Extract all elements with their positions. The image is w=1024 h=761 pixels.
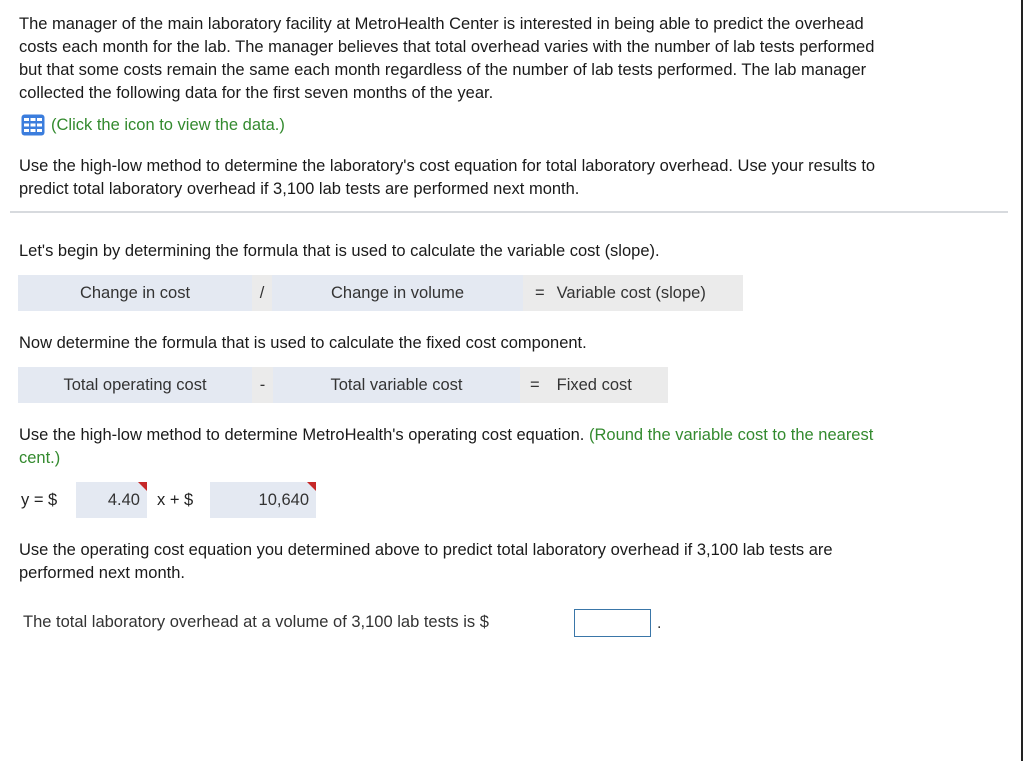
fixed-cost-answer[interactable]: 10,640 <box>210 482 316 518</box>
rounding-hint: (Round the variable cost to the nearest <box>588 426 874 444</box>
formula-term-change-in-cost[interactable]: Change in cost <box>18 275 252 311</box>
intro-line: costs each month for the lab. The manage… <box>19 38 875 56</box>
step4-line: Use the operating cost equation you dete… <box>19 541 833 559</box>
intro-line: The manager of the main laboratory facil… <box>19 15 864 33</box>
section-divider <box>10 211 1008 213</box>
step1-instruction: Let's begin by determining the formula t… <box>19 242 660 260</box>
view-data-label[interactable]: (Click the icon to view the data.) <box>51 116 285 135</box>
formula-operator-divide: / <box>252 275 272 311</box>
step3-instruction: Use the high-low method to determine Met… <box>19 424 873 470</box>
formula-term-change-in-volume[interactable]: Change in volume <box>272 275 523 311</box>
formula-result-label: Fixed cost <box>556 375 632 394</box>
question-intro: The manager of the main laboratory facil… <box>19 13 874 105</box>
step4-instruction: Use the operating cost equation you dete… <box>19 539 833 585</box>
task-line: predict total laboratory overhead if 3,1… <box>19 180 580 198</box>
equation-middle: x + $ <box>157 490 194 509</box>
variable-cost-answer[interactable]: 4.40 <box>76 482 147 518</box>
rounding-hint-continued: cent.) <box>19 449 61 467</box>
variable-cost-value: 4.40 <box>107 490 140 509</box>
step2-instruction: Now determine the formula that is used t… <box>19 334 587 352</box>
table-grid-icon[interactable] <box>21 114 45 136</box>
step3-instruction-text: Use the high-low method to determine Met… <box>19 426 585 444</box>
incorrect-flag-icon <box>138 482 147 491</box>
question-task: Use the high-low method to determine the… <box>19 155 875 201</box>
intro-line: collected the following data for the fir… <box>19 84 494 102</box>
total-overhead-input[interactable] <box>574 609 651 637</box>
formula-result-label: Variable cost (slope) <box>556 283 706 302</box>
formula-operator-minus: - <box>252 367 273 403</box>
equals-sign: = <box>530 375 540 394</box>
view-data-link[interactable]: (Click the icon to view the data.) <box>21 114 285 136</box>
intro-line: but that some costs remain the same each… <box>19 61 867 79</box>
window-border <box>1021 0 1023 761</box>
task-line: Use the high-low method to determine the… <box>19 157 876 175</box>
variable-cost-formula: Change in cost / Change in volume = Vari… <box>18 275 743 311</box>
formula-result: = Fixed cost <box>520 367 668 403</box>
equation-prefix: y = $ <box>21 490 58 509</box>
answer-prompt: The total laboratory overhead at a volum… <box>23 613 489 631</box>
formula-term-total-variable-cost[interactable]: Total variable cost <box>273 367 520 403</box>
incorrect-flag-icon <box>307 482 316 491</box>
equals-sign: = <box>535 283 545 302</box>
answer-suffix: . <box>657 615 662 632</box>
fixed-cost-formula: Total operating cost - Total variable co… <box>18 367 668 403</box>
fixed-cost-value: 10,640 <box>258 490 309 509</box>
formula-term-total-operating-cost[interactable]: Total operating cost <box>18 367 252 403</box>
formula-result: = Variable cost (slope) <box>523 275 743 311</box>
step4-line: performed next month. <box>19 564 185 582</box>
